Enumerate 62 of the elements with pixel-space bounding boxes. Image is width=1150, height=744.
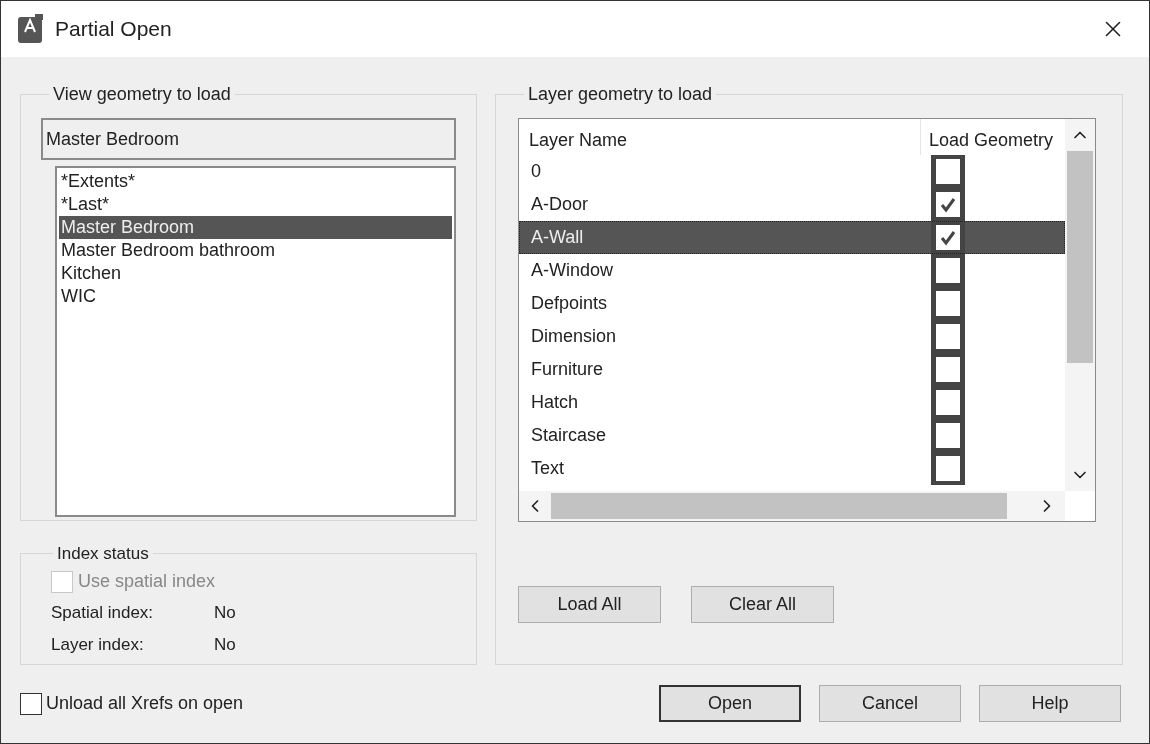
view-list-item[interactable]: *Last* bbox=[59, 193, 452, 216]
layer-row[interactable]: Staircase bbox=[519, 419, 1065, 452]
layer-row[interactable]: 0 bbox=[519, 155, 1065, 188]
check-icon bbox=[940, 196, 956, 213]
checkbox-label: Use spatial index bbox=[78, 570, 216, 593]
view-list-item[interactable]: WIC bbox=[59, 285, 452, 308]
layer-row[interactable]: Text bbox=[519, 452, 1065, 485]
layer-name: Furniture bbox=[530, 358, 605, 381]
layer-name: 0 bbox=[530, 160, 542, 183]
load-checkbox[interactable] bbox=[936, 390, 960, 415]
layer-name: A-Door bbox=[530, 193, 589, 216]
view-list-item[interactable]: Master Bedroom bathroom bbox=[59, 239, 452, 262]
layer-row[interactable]: Hatch bbox=[519, 386, 1065, 419]
column-header[interactable]: Layer Name bbox=[519, 119, 921, 155]
layer-row[interactable]: Furniture bbox=[519, 353, 1065, 386]
layer-row[interactable]: A-Door bbox=[519, 188, 1065, 221]
layer-name: A-Wall bbox=[530, 226, 585, 249]
layer-row[interactable]: A-Wall bbox=[519, 221, 1065, 254]
load-checkbox[interactable] bbox=[936, 324, 960, 349]
group-title: Index status bbox=[56, 543, 150, 565]
index-label: Spatial index: bbox=[51, 601, 155, 624]
load-checkbox[interactable] bbox=[936, 258, 960, 283]
checkbox-label: Unload all Xrefs on open bbox=[46, 692, 244, 715]
layer-name: Staircase bbox=[530, 424, 608, 447]
view-list-item[interactable]: Kitchen bbox=[59, 262, 452, 285]
window-title: Partial Open bbox=[55, 16, 172, 43]
load-checkbox[interactable] bbox=[936, 192, 960, 217]
dialog-button[interactable]: Cancel bbox=[819, 685, 961, 722]
dialog-button[interactable]: Open bbox=[659, 685, 801, 722]
horizontal-scrollbar[interactable] bbox=[519, 491, 1065, 521]
load-checkbox[interactable] bbox=[936, 456, 960, 481]
view-name-field[interactable]: Master Bedroom bbox=[41, 118, 456, 160]
layer-name: Text bbox=[530, 457, 565, 480]
layer-row[interactable]: Dimension bbox=[519, 320, 1065, 353]
layer-button[interactable]: Clear All bbox=[691, 586, 834, 623]
layer-row[interactable]: Defpoints bbox=[519, 287, 1065, 320]
layer-name: A-Window bbox=[530, 259, 615, 282]
load-checkbox[interactable] bbox=[936, 291, 960, 316]
load-checkbox[interactable] bbox=[936, 159, 960, 184]
index-value: No bbox=[214, 633, 236, 656]
checkbox[interactable] bbox=[20, 692, 42, 715]
index-value: No bbox=[214, 601, 236, 624]
column-header[interactable]: Load Geometry bbox=[921, 119, 1054, 155]
layer-name: Hatch bbox=[530, 391, 580, 414]
group-title: View geometry to load bbox=[52, 83, 232, 106]
scroll-thumb[interactable] bbox=[1067, 151, 1093, 363]
view-list-item[interactable]: Master Bedroom bbox=[59, 216, 452, 239]
app-icon bbox=[17, 14, 43, 44]
load-checkbox[interactable] bbox=[936, 423, 960, 448]
view-list-item[interactable]: *Extents* bbox=[59, 170, 452, 193]
layer-button[interactable]: Load All bbox=[518, 586, 661, 623]
group-title: Layer geometry to load bbox=[527, 83, 714, 106]
index-label: Layer index: bbox=[51, 633, 145, 656]
load-checkbox[interactable] bbox=[936, 357, 960, 382]
layer-name: Defpoints bbox=[530, 292, 609, 315]
check-icon bbox=[940, 229, 956, 246]
vertical-scrollbar[interactable] bbox=[1065, 119, 1095, 492]
layer-name: Dimension bbox=[530, 325, 618, 348]
layer-row[interactable]: A-Window bbox=[519, 254, 1065, 287]
dialog-button[interactable]: Help bbox=[979, 685, 1121, 722]
load-checkbox[interactable] bbox=[936, 225, 960, 250]
scroll-thumb[interactable] bbox=[551, 493, 1007, 520]
